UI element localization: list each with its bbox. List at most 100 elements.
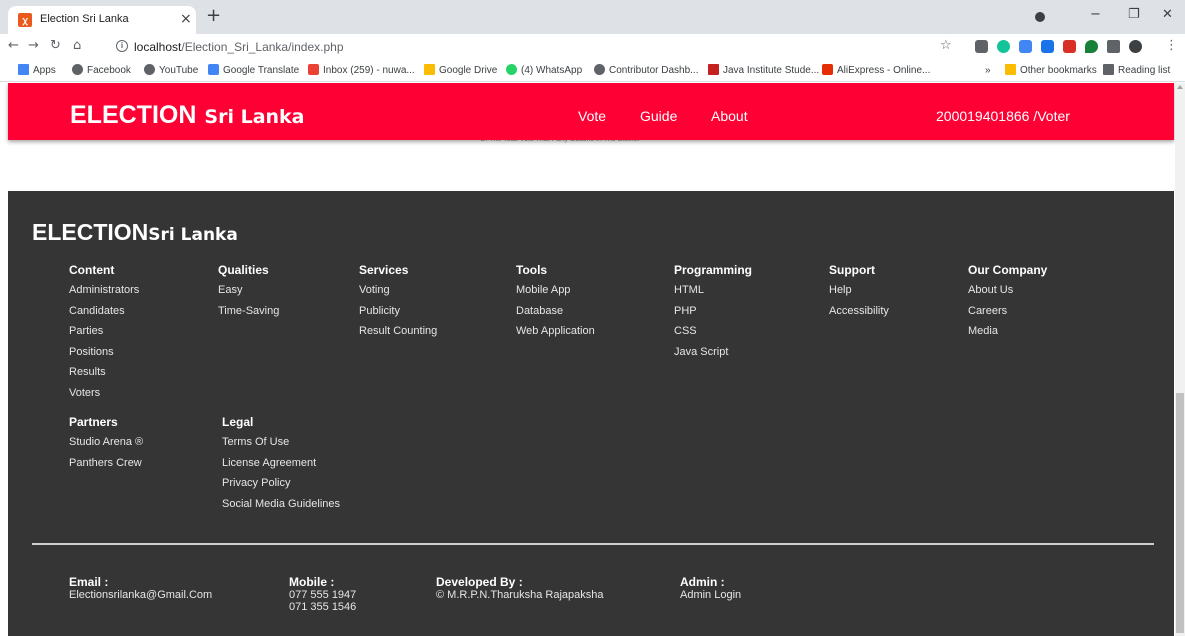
bookmark-aliexpress[interactable]: AliExpress - Online... <box>822 64 930 78</box>
scroll-up-icon[interactable] <box>1177 85 1183 89</box>
footer-link[interactable]: About Us <box>968 283 1047 304</box>
footer-link[interactable]: Web Application <box>516 324 595 345</box>
footer-link[interactable]: Help <box>829 283 889 304</box>
browser-tab[interactable]: ꭓ Election Sri Lanka × <box>8 6 196 34</box>
footer-link[interactable]: Privacy Policy <box>222 476 340 497</box>
forward-icon[interactable]: → <box>28 38 39 53</box>
zoom-extension-icon[interactable] <box>1041 40 1054 53</box>
bookmark-google-drive[interactable]: Google Drive <box>424 64 497 78</box>
bookmark-label: Java Institute Stude... <box>723 65 820 76</box>
footer-info-developedby: Developed By : © M.R.P.N.Tharuksha Rajapa… <box>436 575 603 602</box>
footer-link[interactable]: Social Media Guidelines <box>222 497 340 518</box>
address-bar[interactable]: i localhost/Election_Sri_Lanka/index.php <box>110 37 935 57</box>
reload-icon[interactable]: ↻ <box>50 38 61 53</box>
bookmark-facebook[interactable]: Facebook <box>72 64 131 78</box>
footer-link[interactable]: Mobile App <box>516 283 595 304</box>
translate-extension-icon[interactable] <box>1019 40 1032 53</box>
back-icon[interactable]: ← <box>8 38 19 53</box>
bookmark-label: Facebook <box>87 65 131 76</box>
new-tab-icon[interactable]: + <box>206 7 221 25</box>
site-logo[interactable]: ELECTION Sri Lanka <box>70 101 305 130</box>
brand-sub: Sri Lanka <box>204 106 305 128</box>
page-scrollbar[interactable] <box>1175 83 1185 636</box>
nav-about[interactable]: About <box>711 108 748 124</box>
footer-info-label: Email : <box>69 575 109 589</box>
menu-dots-icon[interactable]: ⋮ <box>1165 38 1178 53</box>
footer-column-content: Content Administrators Candidates Parties Po… <box>69 263 139 406</box>
footer-link[interactable]: Media <box>968 324 1047 345</box>
info-icon[interactable]: i <box>116 40 128 52</box>
footer-link[interactable]: Terms Of Use <box>222 435 340 456</box>
nav-guide[interactable]: Guide <box>640 108 677 124</box>
puzzle-icon[interactable] <box>1107 40 1120 53</box>
home-icon[interactable]: ⌂ <box>73 38 81 53</box>
bookmark-java-institute[interactable]: Java Institute Stude... <box>708 64 819 78</box>
minimize-icon[interactable]: − <box>1090 7 1101 22</box>
restore-icon[interactable]: ❐ <box>1128 7 1140 22</box>
footer-column-programming: Programming HTML PHP CSS Java Script <box>674 263 752 365</box>
bookmarks-overflow-icon[interactable]: » <box>985 64 991 78</box>
shield-extension-icon[interactable] <box>1085 40 1098 53</box>
avatar[interactable] <box>1129 40 1142 53</box>
other-bookmarks[interactable]: Other bookmarks <box>1005 64 1097 78</box>
bookmark-contributor[interactable]: Contributor Dashb... <box>594 64 699 78</box>
grammarly-icon[interactable] <box>997 40 1010 53</box>
footer-column-legal: Legal Terms Of Use License Agreement Privac… <box>222 415 340 517</box>
footer-column-title: Qualities <box>218 263 269 277</box>
reading-list[interactable]: Reading list <box>1103 64 1170 78</box>
footer-link[interactable]: Result Counting <box>359 324 437 345</box>
footer-link[interactable]: Voters <box>69 386 139 407</box>
footer-link[interactable]: HTML <box>674 283 752 304</box>
footer-link[interactable]: Java Script <box>674 345 752 366</box>
footer-column-title: Support <box>829 263 875 277</box>
footer-info-email: Email : Electionsrilanka@Gmail.Com <box>69 575 212 602</box>
bookmark-whatsapp[interactable]: (4) WhatsApp <box>506 64 582 78</box>
footer-link[interactable]: Candidates <box>69 304 139 325</box>
footer-link[interactable]: License Agreement <box>222 456 340 477</box>
pdf-extension-icon[interactable] <box>1063 40 1076 53</box>
java-icon <box>708 64 719 75</box>
footer-link[interactable]: CSS <box>674 324 752 345</box>
footer-column-title: Services <box>359 263 409 277</box>
footer-link[interactable]: Time-Saving <box>218 304 279 325</box>
footer-info-label: Developed By : <box>436 575 523 589</box>
bookmark-google-translate[interactable]: Google Translate <box>208 64 299 78</box>
footer-info-value[interactable]: Admin Login <box>680 589 741 601</box>
footer-link[interactable]: Publicity <box>359 304 437 325</box>
footer-link[interactable]: Panthers Crew <box>69 456 143 477</box>
voter-id[interactable]: 200019401866 /Voter <box>936 108 1070 124</box>
bookmark-star-icon[interactable]: ☆ <box>940 38 952 53</box>
footer-link[interactable]: Careers <box>968 304 1047 325</box>
footer-brand-main: ELECTION <box>32 219 149 245</box>
scroll-thumb[interactable] <box>1176 393 1184 633</box>
footer-info-mobile: Mobile :077 555 1947 071 355 1546 <box>289 576 356 614</box>
footer-link[interactable]: Voting <box>359 283 437 304</box>
gmail-icon <box>308 64 319 75</box>
footer-link[interactable]: PHP <box>674 304 752 325</box>
url-host: localhost <box>134 40 182 54</box>
bookmark-apps[interactable]: Apps <box>18 64 56 78</box>
aliexpress-icon <box>822 64 833 75</box>
chrome-profile-icon[interactable] <box>1035 12 1045 22</box>
footer-link[interactable]: Administrators <box>69 283 139 304</box>
footer-link[interactable]: Positions <box>69 345 139 366</box>
screenshot-extension-icon[interactable] <box>975 40 988 53</box>
close-window-icon[interactable]: ✕ <box>1162 7 1173 22</box>
footer-link[interactable]: Easy <box>218 283 279 304</box>
bookmark-youtube[interactable]: YouTube <box>144 64 198 78</box>
footer-info-admin: Admin : Admin Login <box>680 576 741 602</box>
folder-icon <box>1005 64 1016 75</box>
bookmark-label: Other bookmarks <box>1020 65 1097 76</box>
footer-link[interactable]: Parties <box>69 324 139 345</box>
reading-list-icon <box>1103 64 1114 75</box>
footer-link[interactable]: Studio Arena ® <box>69 435 143 456</box>
footer-link[interactable]: Results <box>69 365 139 386</box>
bookmark-label: YouTube <box>159 65 199 76</box>
footer-link[interactable]: Accessibility <box>829 304 889 325</box>
nav-vote[interactable]: Vote <box>578 108 606 124</box>
bookmark-inbox[interactable]: Inbox (259) - nuwa... <box>308 64 415 78</box>
url-path: /Election_Sri_Lanka/index.php <box>181 40 344 54</box>
bookmark-label: Contributor Dashb... <box>609 65 699 76</box>
close-icon[interactable]: × <box>180 11 192 27</box>
footer-link[interactable]: Database <box>516 304 595 325</box>
